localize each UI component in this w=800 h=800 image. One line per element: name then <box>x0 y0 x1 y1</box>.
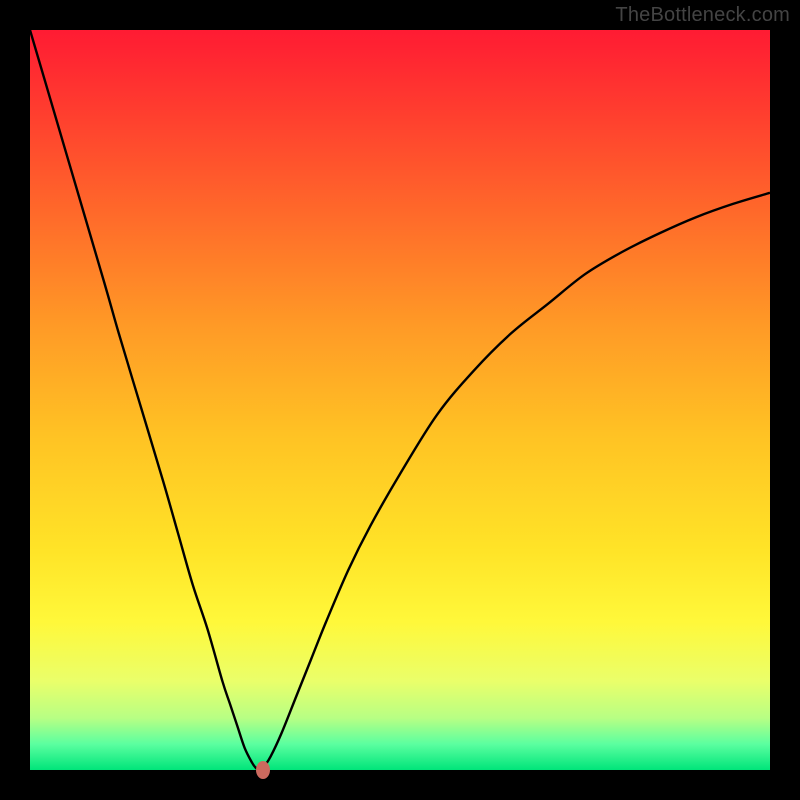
plot-area <box>30 30 770 770</box>
optimum-marker <box>256 761 270 779</box>
plot-svg <box>30 30 770 770</box>
watermark-text: TheBottleneck.com <box>615 4 790 27</box>
chart-frame: TheBottleneck.com <box>0 0 800 800</box>
gradient-background <box>30 30 770 770</box>
